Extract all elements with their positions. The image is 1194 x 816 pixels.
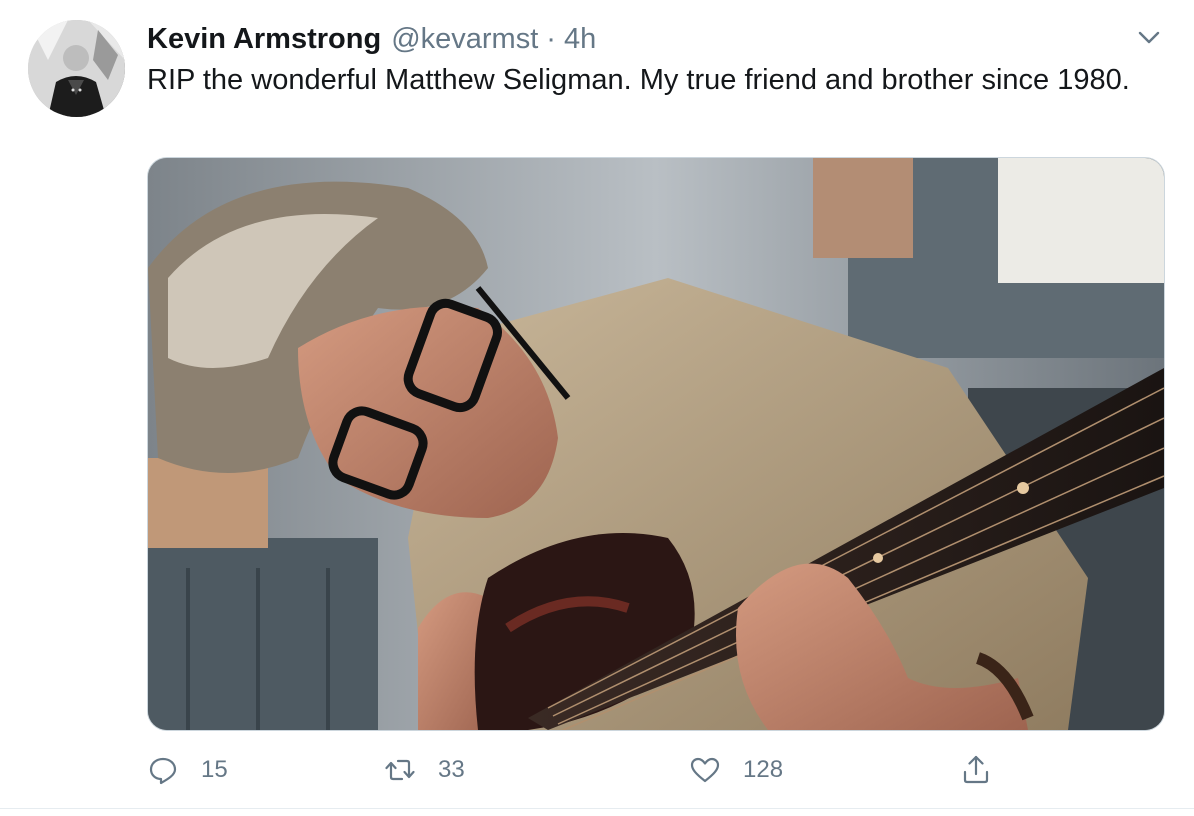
like-button[interactable]: 128 — [689, 750, 783, 790]
tweet-timestamp[interactable]: 4h — [564, 20, 596, 58]
reply-count: 15 — [201, 756, 228, 783]
tweet-card[interactable]: Kevin Armstrong @kevarmst · 4h RIP the w… — [0, 0, 1194, 809]
retweet-count: 33 — [438, 756, 465, 783]
author-handle[interactable]: @kevarmst — [391, 20, 538, 58]
chevron-down-icon[interactable] — [1134, 22, 1164, 52]
share-icon — [963, 755, 989, 784]
retweet-icon — [385, 759, 415, 781]
header-separator: · — [546, 23, 556, 55]
author-avatar[interactable] — [28, 20, 125, 117]
reply-button[interactable]: 15 — [147, 750, 228, 790]
share-button[interactable] — [960, 750, 992, 790]
like-count: 128 — [743, 756, 784, 783]
tweet-text: RIP the wonderful Matthew Seligman. My t… — [147, 64, 1130, 96]
tweet-actions: 15 33 128 — [147, 750, 1007, 790]
tweet-header: Kevin Armstrong @kevarmst · 4h — [147, 20, 596, 58]
heart-icon — [690, 757, 720, 783]
avatar-photo — [28, 20, 125, 117]
photo-image — [148, 158, 1164, 730]
author-display-name[interactable]: Kevin Armstrong — [147, 20, 381, 58]
tweet-photo[interactable] — [147, 157, 1165, 731]
retweet-button[interactable]: 33 — [384, 750, 465, 790]
reply-icon — [149, 757, 177, 785]
